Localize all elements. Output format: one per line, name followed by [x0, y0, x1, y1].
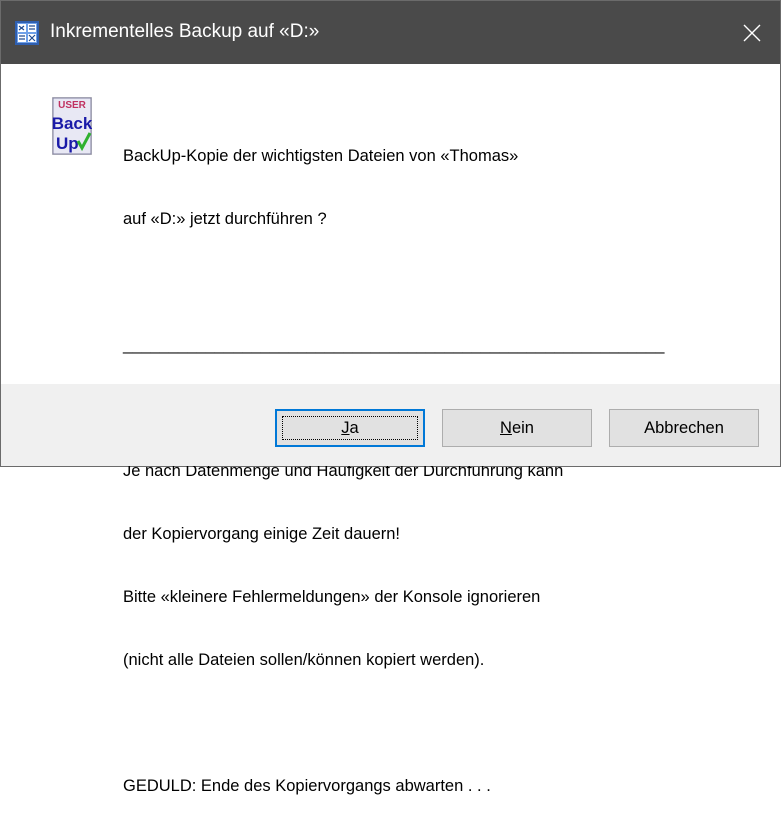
message-line: (nicht alle Dateien sollen/können kopier…	[123, 651, 485, 669]
close-button[interactable]	[724, 1, 780, 64]
message-line: auf «D:» jetzt durchführen ?	[123, 210, 327, 228]
button-bar: Ja Nein Abbrechen	[1, 384, 780, 466]
cancel-label: Abbrechen	[644, 418, 724, 437]
message-line: der Kopiervorgang einige Zeit dauern!	[123, 525, 401, 543]
no-label-rest: ein	[511, 418, 534, 437]
message-line: Bitte «kleinere Fehlermeldungen» der Kon…	[123, 588, 541, 606]
message-text: BackUp-Kopie der wichtigsten Dateien von…	[123, 104, 664, 839]
cancel-button[interactable]: Abbrechen	[609, 409, 759, 447]
focus-rectangle	[282, 416, 418, 440]
message-line	[123, 272, 664, 293]
icon-text-user: USER	[58, 100, 87, 111]
icon-text-up: Up	[56, 134, 79, 153]
window-title: Inkrementelles Backup auf «D:»	[50, 21, 320, 42]
no-button[interactable]: Nein	[442, 409, 592, 447]
close-icon	[743, 24, 761, 41]
dialog-window: Inkrementelles Backup auf «D:» USER Back…	[0, 0, 781, 795]
window-grid-icon	[15, 21, 39, 45]
yes-button[interactable]: Ja	[275, 409, 425, 447]
user-backup-icon: USER Back Up	[52, 97, 92, 155]
message-line	[123, 713, 664, 734]
title-bar[interactable]: Inkrementelles Backup auf «D:»	[1, 1, 780, 64]
message-separator: ________________________________________…	[123, 336, 665, 354]
message-line: GEDULD: Ende des Kopiervorgangs abwarten…	[123, 777, 491, 795]
dialog-content: USER Back Up BackUp-Kopie der wichtigste…	[1, 64, 780, 795]
no-accel-key: N	[500, 418, 512, 437]
icon-text-back: Back	[52, 114, 92, 133]
message-line: BackUp-Kopie der wichtigsten Dateien von…	[123, 147, 519, 165]
